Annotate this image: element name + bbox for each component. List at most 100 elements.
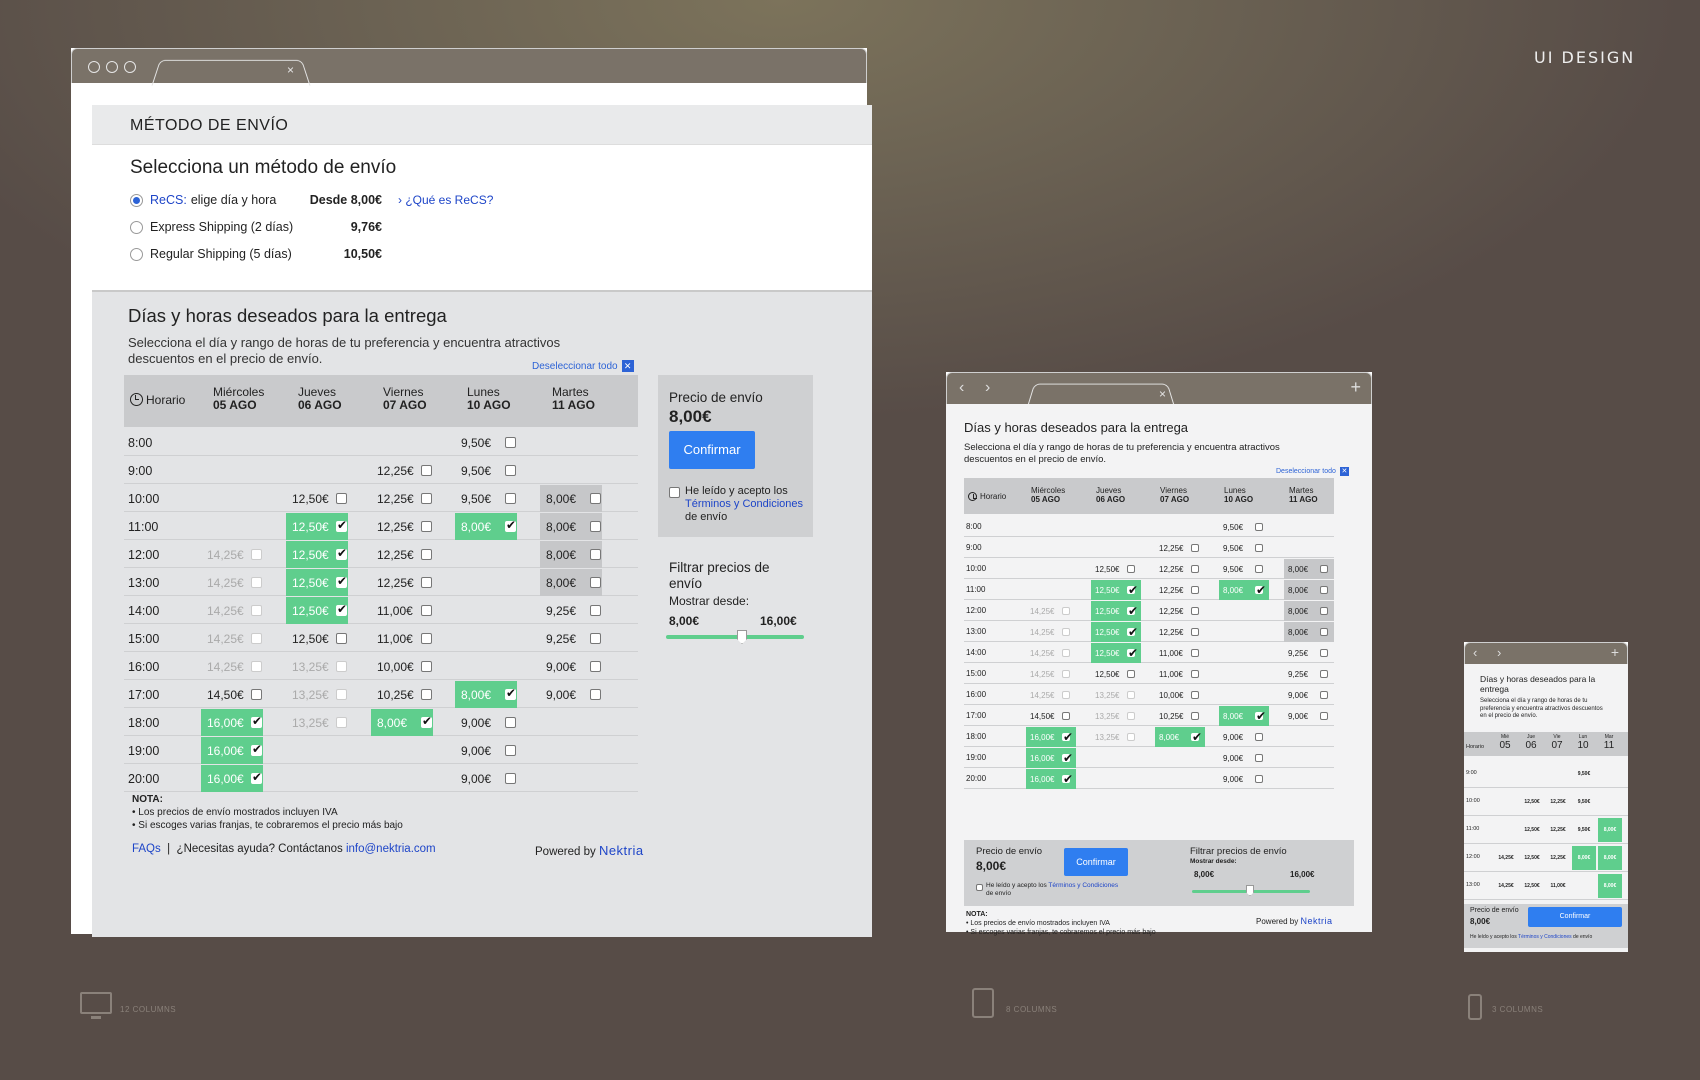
tablet-slot-checkbox[interactable] (1255, 733, 1263, 741)
tablet-slot-checkbox[interactable] (1320, 607, 1328, 615)
maximize-dot-icon[interactable] (124, 61, 136, 73)
tablet-time-slot[interactable]: 9,00€ (1219, 748, 1269, 768)
tablet-time-slot[interactable]: 9,50€ (1219, 538, 1269, 558)
shipping-option-regular[interactable]: Regular Shipping (5 días) (130, 247, 292, 261)
mobile-time-slot[interactable]: 8,00€ (1598, 874, 1622, 898)
tablet-time-slot[interactable]: 12,25€ (1155, 601, 1205, 621)
slot-checkbox[interactable] (590, 549, 601, 560)
close-icon[interactable]: ✕ (621, 360, 634, 372)
slot-checkbox[interactable] (505, 745, 516, 756)
shipping-option-recs[interactable]: ReCS: elige día y hora (130, 193, 276, 207)
tablet-slot-checkbox[interactable] (1255, 775, 1263, 783)
tablet-slot-checkbox[interactable] (1320, 712, 1328, 720)
email-link[interactable]: info@nektria.com (346, 843, 436, 855)
time-slot[interactable]: 10,00€ (371, 653, 433, 680)
mobile-time-slot[interactable]: 12,50€ (1520, 874, 1544, 898)
radio-regular[interactable] (130, 247, 143, 261)
slot-checkbox[interactable] (505, 518, 516, 532)
time-slot[interactable]: 16,00€ (201, 765, 263, 792)
tablet-slot-checkbox[interactable] (1127, 565, 1135, 573)
confirm-button[interactable]: Confirmar (669, 431, 755, 469)
tablet-slot-checkbox[interactable] (1191, 544, 1199, 552)
slot-checkbox[interactable] (421, 521, 432, 532)
slot-checkbox[interactable] (505, 773, 516, 784)
slot-checkbox[interactable] (590, 577, 601, 588)
time-slot[interactable]: 14,50€ (201, 681, 263, 708)
mobile-time-slot[interactable]: 11,00€ (1546, 874, 1570, 898)
time-slot[interactable]: 12,50€ (286, 541, 348, 568)
time-slot[interactable]: 12,25€ (371, 485, 433, 512)
time-slot[interactable]: 12,25€ (371, 457, 433, 484)
slot-checkbox[interactable] (336, 518, 347, 532)
time-slot[interactable]: 8,00€ (540, 513, 602, 540)
tablet-time-slot[interactable]: 8,00€ (1219, 706, 1269, 726)
time-slot[interactable]: 8,00€ (455, 513, 517, 540)
slot-checkbox[interactable] (336, 493, 347, 504)
mobile-time-slot[interactable]: 14,25€ (1494, 874, 1518, 898)
time-slot[interactable]: 9,00€ (540, 653, 602, 680)
tablet-slot-checkbox[interactable] (1062, 751, 1073, 765)
tablet-deselect-all[interactable]: Deseleccionar todo ✕ (1276, 467, 1349, 476)
tablet-time-slot[interactable]: 12,50€ (1091, 643, 1141, 663)
tablet-slot-checkbox[interactable] (1255, 523, 1263, 531)
mobile-terms-link[interactable]: Términos y Condiciones (1518, 934, 1572, 940)
mobile-time-slot[interactable]: 12,50€ (1520, 846, 1544, 870)
radio-express[interactable] (130, 220, 143, 234)
slot-checkbox[interactable] (251, 770, 262, 784)
mobile-time-slot[interactable]: 12,50€ (1520, 818, 1544, 842)
time-slot[interactable]: 8,00€ (371, 709, 433, 736)
tablet-slot-checkbox[interactable] (1320, 649, 1328, 657)
mobile-time-slot[interactable]: 12,25€ (1546, 818, 1570, 842)
recs-label[interactable]: ReCS: (150, 193, 187, 207)
mobile-time-slot[interactable]: 9,50€ (1572, 818, 1596, 842)
tablet-time-slot[interactable]: 9,00€ (1284, 685, 1334, 705)
slot-checkbox[interactable] (421, 633, 432, 644)
tablet-slot-checkbox[interactable] (1127, 625, 1138, 639)
slot-checkbox[interactable] (421, 661, 432, 672)
tablet-time-slot[interactable]: 12,50€ (1091, 580, 1141, 600)
tablet-time-slot[interactable]: 8,00€ (1284, 580, 1334, 600)
mobile-new-tab-icon[interactable]: + (1611, 644, 1619, 660)
time-slot[interactable]: 8,00€ (540, 541, 602, 568)
tablet-time-slot[interactable]: 9,00€ (1219, 769, 1269, 789)
forward-icon[interactable]: › (985, 379, 990, 397)
slot-checkbox[interactable] (590, 605, 601, 616)
tablet-slot-checkbox[interactable] (1320, 586, 1328, 594)
tablet-close-icon[interactable]: ✕ (1339, 467, 1349, 476)
tablet-slot-checkbox[interactable] (1191, 565, 1199, 573)
slot-checkbox[interactable] (505, 717, 516, 728)
tablet-slot-checkbox[interactable] (1127, 604, 1138, 618)
tablet-time-slot[interactable]: 12,50€ (1091, 559, 1141, 579)
mobile-time-slot[interactable]: 9,50€ (1572, 790, 1596, 814)
window-controls[interactable] (88, 61, 136, 73)
tablet-time-slot[interactable]: 8,00€ (1219, 580, 1269, 600)
tablet-time-slot[interactable]: 12,50€ (1091, 622, 1141, 642)
tablet-time-slot[interactable]: 10,00€ (1155, 685, 1205, 705)
time-slot[interactable]: 8,00€ (455, 681, 517, 708)
time-slot[interactable]: 9,00€ (455, 737, 517, 764)
tablet-time-slot[interactable]: 8,00€ (1155, 727, 1205, 747)
tablet-time-slot[interactable]: 12,25€ (1155, 622, 1205, 642)
time-slot[interactable]: 9,25€ (540, 625, 602, 652)
terms-checkbox[interactable] (669, 487, 680, 498)
slot-checkbox[interactable] (421, 577, 432, 588)
tablet-time-slot[interactable]: 12,25€ (1155, 580, 1205, 600)
close-dot-icon[interactable] (88, 61, 100, 73)
time-slot[interactable]: 9,00€ (455, 765, 517, 792)
slot-checkbox[interactable] (421, 465, 432, 476)
tablet-slot-checkbox[interactable] (1320, 670, 1328, 678)
slot-checkbox[interactable] (590, 689, 601, 700)
mobile-time-slot[interactable]: 9,50€ (1572, 762, 1596, 786)
slot-checkbox[interactable] (336, 546, 347, 560)
tablet-time-slot[interactable]: 10,25€ (1155, 706, 1205, 726)
time-slot[interactable]: 8,00€ (540, 569, 602, 596)
tablet-tab-close-icon[interactable]: × (1159, 387, 1166, 401)
mobile-time-slot[interactable]: 12,25€ (1546, 790, 1570, 814)
mobile-forward-icon[interactable]: › (1497, 645, 1501, 660)
time-slot[interactable]: 9,50€ (455, 457, 517, 484)
tablet-time-slot[interactable]: 11,00€ (1155, 643, 1205, 663)
mobile-confirm-button[interactable]: Confirmar (1528, 907, 1622, 927)
time-slot[interactable]: 11,00€ (371, 625, 433, 652)
tablet-slot-checkbox[interactable] (1191, 649, 1199, 657)
slot-checkbox[interactable] (336, 602, 347, 616)
